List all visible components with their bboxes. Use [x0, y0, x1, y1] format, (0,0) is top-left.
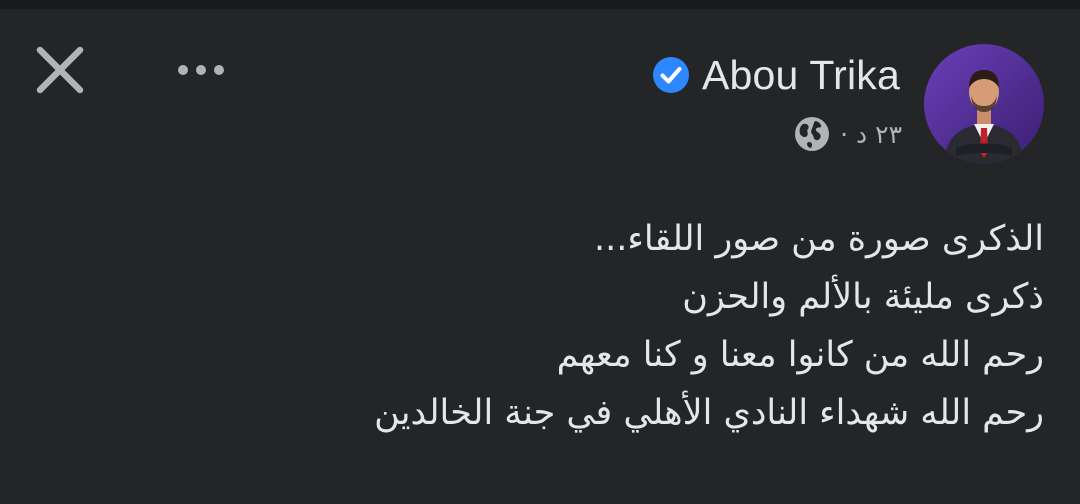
post-meta: ٢٣ د ·: [794, 112, 902, 156]
more-options-icon: [178, 65, 224, 75]
verified-badge-icon: [653, 57, 689, 93]
avatar[interactable]: [924, 44, 1044, 164]
top-strip: [0, 0, 1080, 9]
author-name[interactable]: Abou Trika: [702, 52, 900, 99]
post-text: الذكرى صورة من صور اللقاء... ذكرى مليئة …: [244, 210, 1044, 442]
post-line: رحم الله من كانوا معنا و كنا معهم: [556, 335, 1044, 375]
author-row: Abou Trika: [652, 48, 900, 102]
close-button[interactable]: [34, 44, 86, 96]
close-icon: [36, 46, 84, 94]
post-line: الذكرى صورة من صور اللقاء...: [594, 219, 1044, 259]
post-line: رحم الله شهداء النادي الأهلي في جنة الخا…: [374, 393, 1044, 433]
globe-icon: [795, 117, 830, 151]
post-line: ذكرى مليئة بالألم والحزن: [682, 277, 1044, 317]
more-options-button[interactable]: [172, 50, 232, 90]
profile-photo: [924, 44, 1044, 164]
post-timestamp[interactable]: ٢٣ د ·: [840, 120, 902, 149]
